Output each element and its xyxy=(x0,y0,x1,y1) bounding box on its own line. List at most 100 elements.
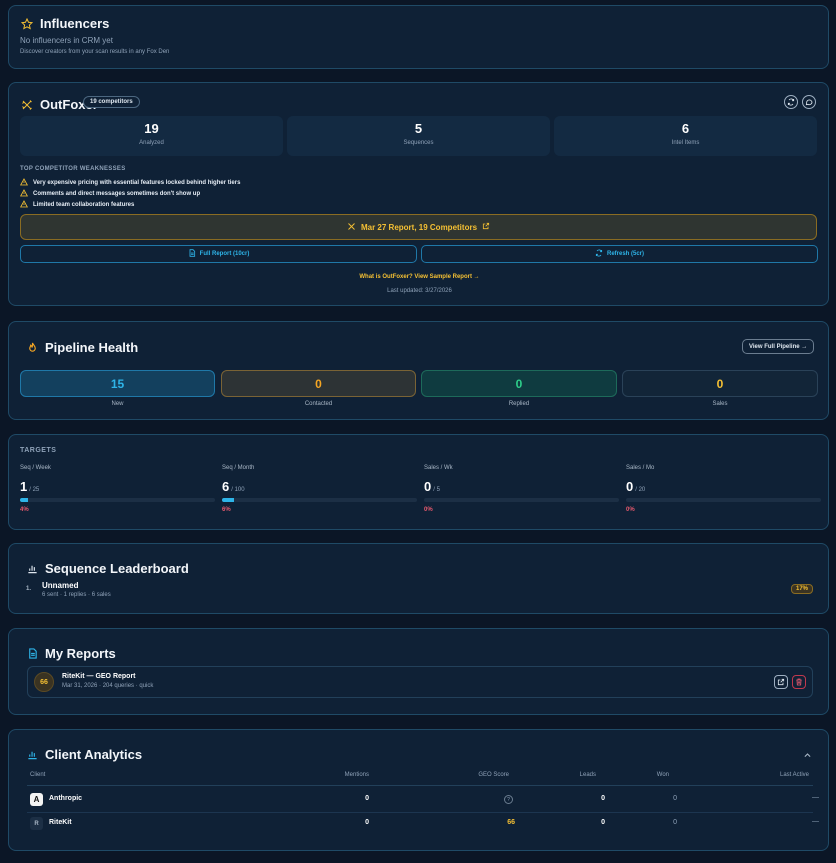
target-value: 6 xyxy=(222,479,230,494)
pipeline-stage-contacted[interactable]: 0 xyxy=(221,370,416,397)
pipeline-stage-label: Sales xyxy=(712,401,728,407)
bar-chart-icon xyxy=(25,748,39,762)
table-divider xyxy=(27,785,813,786)
client-geo-score: 66 xyxy=(507,819,515,826)
reply-rate-badge: 17% xyxy=(791,584,814,594)
stat-label: Intel Items xyxy=(671,140,700,146)
client-logo-anthropic: A xyxy=(30,793,43,806)
weaknesses-heading: TOP COMPETITOR WEAKNESSES xyxy=(20,166,126,172)
leaderboard-card: Sequence Leaderboard 1. Unnamed 6 sent ·… xyxy=(8,543,829,614)
targets-title: TARGETS xyxy=(20,447,57,454)
view-pipeline-button[interactable]: View Full Pipeline → xyxy=(742,339,815,354)
refresh-button[interactable]: Refresh (5cr) xyxy=(421,245,818,263)
document-icon xyxy=(188,249,196,259)
pipeline-stage-value: 0 xyxy=(315,376,322,391)
target-progress-fill xyxy=(20,498,28,502)
pipeline-stage-label: Replied xyxy=(508,401,530,407)
document-icon xyxy=(25,647,39,661)
target-value: 1 xyxy=(20,479,28,494)
client-leads: 0 xyxy=(601,819,605,826)
influencers-empty: No influencers in CRM yet xyxy=(20,36,113,45)
leaderboard-name[interactable]: Unnamed xyxy=(42,581,78,590)
target-progress-fill xyxy=(222,498,234,502)
stat-value: 5 xyxy=(414,121,423,136)
report-meta: Mar 31, 2026 · 204 queries · quick xyxy=(62,683,154,689)
target-value: 0 xyxy=(424,479,432,494)
client-mentions: 0 xyxy=(365,819,369,826)
external-link-icon xyxy=(482,222,490,232)
sync-icon xyxy=(787,93,795,111)
full-report-label: Full Report (10cr) xyxy=(199,251,250,257)
stat-label: Sequences xyxy=(403,140,434,146)
weakness-text: Limited team collaboration features xyxy=(33,202,135,208)
target-seq-week: Seq / Week 1/ 25 4% xyxy=(20,465,215,513)
bar-chart-icon xyxy=(25,562,39,576)
leaderboard-title-row: Sequence Leaderboard xyxy=(25,561,189,576)
target-value-row: 0/ 5 xyxy=(424,479,619,494)
pipeline-stage-value: 0 xyxy=(515,376,523,391)
target-progress-bar xyxy=(20,498,215,502)
target-progress-bar xyxy=(222,498,417,502)
pipeline-stage-replied[interactable]: 0 xyxy=(421,370,617,397)
warning-icon xyxy=(19,189,29,199)
open-report-button[interactable] xyxy=(774,675,788,689)
last-updated: Last updated: 3/27/2026 xyxy=(387,288,452,294)
analytics-title: Client Analytics xyxy=(45,747,143,762)
help-circle-icon: ? xyxy=(504,795,513,804)
table-row[interactable]: A Anthropic 0 ? 0 0 — xyxy=(27,790,819,810)
leaderboard-meta: 6 sent · 1 replies · 6 sales xyxy=(42,592,111,598)
weakness-item: Comments and direct messages sometimes d… xyxy=(19,189,201,199)
column-header-won: Won xyxy=(656,772,669,778)
column-header-leads: Leads xyxy=(579,772,596,778)
target-goal: / 20 xyxy=(635,487,646,493)
stat-intel-items: 6 Intel Items xyxy=(554,116,817,156)
chat-button[interactable] xyxy=(802,95,816,109)
weakness-text: Comments and direct messages sometimes d… xyxy=(33,191,201,197)
pipeline-stage-value: 15 xyxy=(110,376,125,391)
refresh-label: Refresh (5cr) xyxy=(606,251,644,257)
full-report-button[interactable]: Full Report (10cr) xyxy=(20,245,417,263)
client-leads: 0 xyxy=(601,795,605,802)
external-link-icon xyxy=(777,673,785,691)
target-value-row: 1/ 25 xyxy=(20,479,215,494)
influencers-hint: Discover creators from your scan results… xyxy=(20,49,170,55)
target-goal: / 5 xyxy=(433,487,440,493)
target-value: 0 xyxy=(626,479,634,494)
target-percent: 0% xyxy=(626,507,635,513)
table-row[interactable]: R RiteKit 0 66 0 0 — xyxy=(27,814,819,834)
target-label: Seq / Week xyxy=(20,465,51,471)
stat-sequences: 5 Sequences xyxy=(287,116,550,156)
target-goal: / 25 xyxy=(29,487,40,493)
client-won: 0 xyxy=(673,795,677,802)
target-label: Sales / Mo xyxy=(626,465,655,471)
warning-icon xyxy=(19,200,29,210)
delete-report-button[interactable] xyxy=(792,675,806,689)
targets-card: TARGETS Seq / Week 1/ 25 4% Seq / Month … xyxy=(8,434,829,530)
row-divider xyxy=(27,812,813,813)
client-name: Anthropic xyxy=(49,795,83,802)
chat-bubble-icon xyxy=(805,93,813,111)
analytics-card: Client Analytics Client Mentions GEO Sco… xyxy=(8,729,829,851)
influencers-title: Influencers xyxy=(40,16,110,31)
star-icon xyxy=(20,17,34,31)
report-name: RiteKit — GEO Report xyxy=(62,673,136,680)
sample-report-link[interactable]: What is OutFoxer? View Sample Report → xyxy=(9,274,830,280)
pipeline-stage-sales[interactable]: 0 xyxy=(622,370,818,397)
column-header-geo-score: GEO Score xyxy=(478,772,509,778)
target-seq-month: Seq / Month 6/ 100 6% xyxy=(222,465,417,513)
sync-button[interactable] xyxy=(784,95,798,109)
report-row[interactable]: 66 RiteKit — GEO Report Mar 31, 2026 · 2… xyxy=(27,666,813,698)
pipeline-card: Pipeline Health View Full Pipeline → 15 … xyxy=(8,321,829,420)
reports-card: My Reports 66 RiteKit — GEO Report Mar 3… xyxy=(8,628,829,715)
pipeline-stage-label: New xyxy=(111,401,124,407)
client-mentions: 0 xyxy=(365,795,369,802)
client-won: 0 xyxy=(673,819,677,826)
column-header-last-active: Last Active xyxy=(779,772,809,778)
pipeline-stage-new[interactable]: 15 xyxy=(20,370,215,397)
report-button-label: Mar 27 Report, 19 Competitors xyxy=(360,222,478,232)
influencers-title-row: Influencers xyxy=(20,16,109,31)
client-last-active: — xyxy=(812,818,819,825)
collapse-button[interactable] xyxy=(803,747,812,765)
pipeline-title: Pipeline Health xyxy=(45,340,139,355)
report-button[interactable]: Mar 27 Report, 19 Competitors xyxy=(20,214,817,240)
